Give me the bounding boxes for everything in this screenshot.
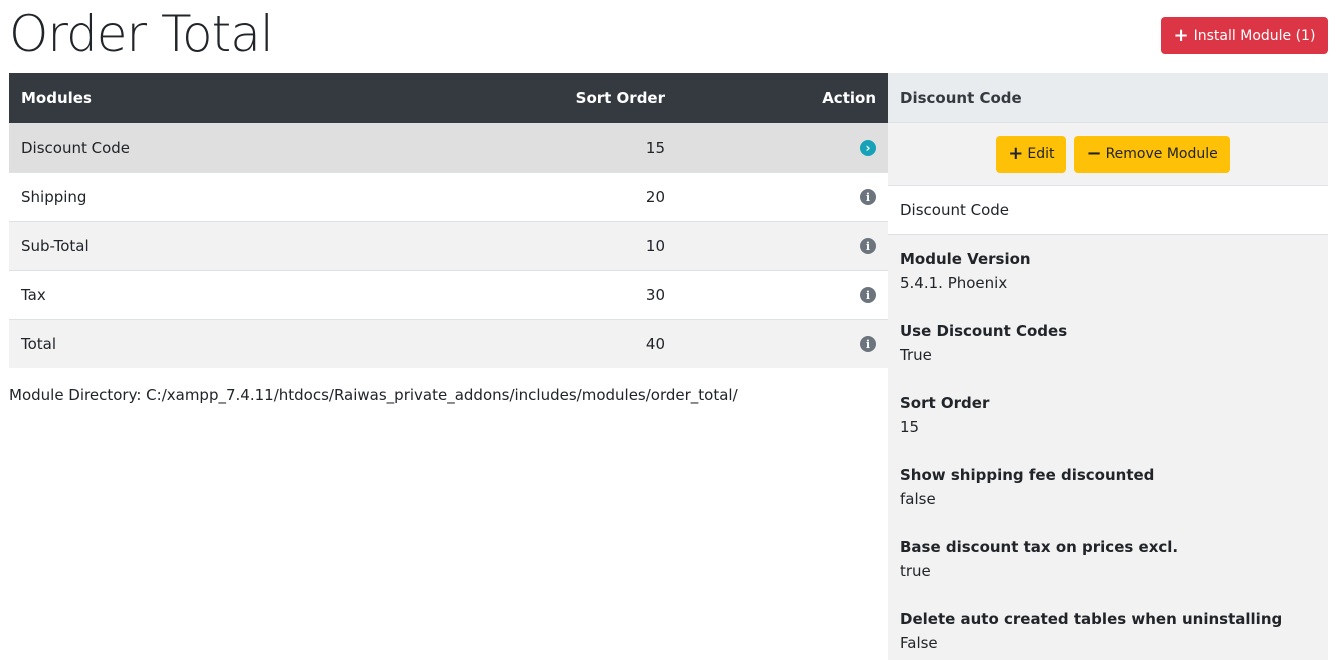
sort-order: 30	[645, 286, 665, 304]
property-item: Sort Order 15	[900, 393, 1316, 465]
property-value: true	[900, 562, 931, 580]
info-icon[interactable]: i	[860, 287, 876, 303]
panel-title: Discount Code	[888, 73, 1328, 123]
info-icon[interactable]: i	[860, 336, 876, 352]
remove-module-button[interactable]: − Remove Module	[1074, 135, 1230, 173]
property-label: Delete auto created tables when uninstal…	[900, 610, 1283, 628]
property-value: False	[900, 634, 938, 652]
sort-order: 20	[645, 188, 665, 206]
header-action: Action	[822, 89, 876, 107]
property-value: 5.4.1. Phoenix	[900, 274, 1008, 292]
sort-order: 10	[645, 237, 665, 255]
info-icon[interactable]: i	[860, 238, 876, 254]
table-row[interactable]: Sub-Total 10 i	[9, 221, 888, 270]
property-label: Use Discount Codes	[900, 322, 1068, 340]
module-name: Shipping	[21, 188, 87, 206]
property-value: false	[900, 490, 936, 508]
module-directory: Module Directory: C:/xampp_7.4.11/htdocs…	[9, 386, 738, 404]
module-name: Tax	[21, 286, 46, 304]
header-modules: Modules	[21, 89, 92, 107]
edit-button[interactable]: + Edit	[996, 135, 1067, 173]
modules-table: Modules Sort Order Action Discount Code …	[9, 73, 888, 368]
header-sort-order: Sort Order	[575, 89, 665, 107]
install-module-button[interactable]: + Install Module (1)	[1161, 17, 1328, 54]
table-row[interactable]: Shipping 20 i	[9, 172, 888, 221]
property-label: Show shipping fee discounted	[900, 466, 1155, 484]
minus-icon: −	[1086, 143, 1102, 164]
module-name: Discount Code	[21, 139, 131, 157]
sort-order: 40	[645, 335, 665, 353]
chevron-right-circle-icon[interactable]: ›	[860, 140, 876, 156]
module-name: Sub-Total	[21, 237, 89, 255]
property-label: Module Version	[900, 250, 1031, 268]
property-item: Delete auto created tables when uninstal…	[900, 609, 1316, 660]
property-item: Use Discount Codes True	[900, 321, 1316, 393]
plus-icon: +	[1008, 143, 1024, 164]
install-module-label: Install Module (1)	[1193, 27, 1316, 44]
sort-order: 15	[645, 139, 665, 157]
edit-label: Edit	[1027, 146, 1055, 162]
table-header: Modules Sort Order Action	[9, 73, 888, 123]
property-label: Sort Order	[900, 394, 990, 412]
property-value: True	[900, 346, 932, 364]
property-label: Base discount tax on prices excl.	[900, 538, 1179, 556]
panel-module-name: Discount Code	[888, 186, 1328, 235]
module-properties: Module Version 5.4.1. Phoenix Use Discou…	[888, 235, 1328, 660]
table-row[interactable]: Tax 30 i	[9, 270, 888, 319]
property-item: Base discount tax on prices excl. true	[900, 537, 1316, 609]
property-item: Module Version 5.4.1. Phoenix	[900, 249, 1316, 321]
remove-module-label: Remove Module	[1105, 146, 1218, 162]
property-value: 15	[900, 418, 920, 436]
property-item: Show shipping fee discounted false	[900, 465, 1316, 537]
page-title: Order Total	[9, 5, 274, 63]
table-row[interactable]: Discount Code 15 ›	[9, 123, 888, 172]
info-icon[interactable]: i	[860, 189, 876, 205]
plus-icon: +	[1173, 24, 1189, 46]
table-row[interactable]: Total 40 i	[9, 319, 888, 368]
panel-actions: + Edit − Remove Module	[888, 123, 1328, 186]
module-detail-panel: Discount Code + Edit − Remove Module Dis…	[888, 73, 1328, 660]
module-name: Total	[21, 335, 57, 353]
